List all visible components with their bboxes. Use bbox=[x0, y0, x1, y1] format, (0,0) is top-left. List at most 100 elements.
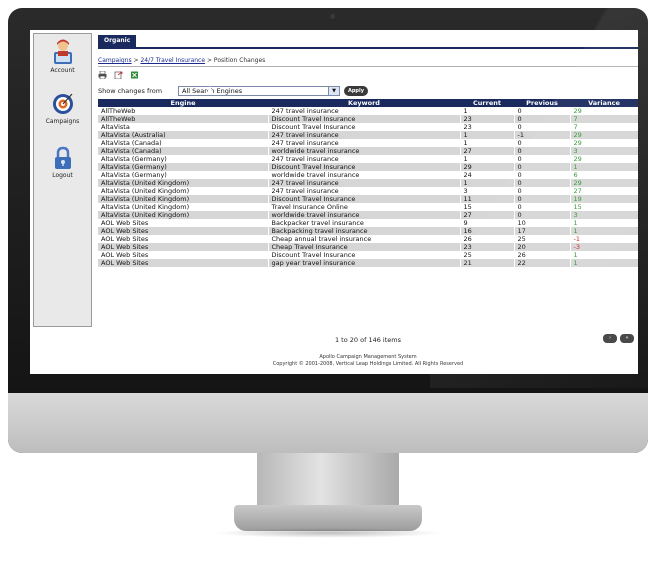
cell-variance: 7 bbox=[570, 115, 638, 123]
footer: Apollo Campaign Management System Copyri… bbox=[98, 354, 638, 368]
table-row[interactable]: AllTheWeb Discount Travel Insurance 23 0 7 bbox=[98, 115, 638, 123]
table-row[interactable]: AltaVista (United Kingdom) Travel Insuran… bbox=[98, 203, 638, 211]
table-row[interactable]: AltaVista (United Kingdom) 247 travel ins… bbox=[98, 187, 638, 195]
cell-previous: 0 bbox=[514, 171, 571, 179]
pager-summary: 1 to 20 of 146 items bbox=[334, 336, 401, 344]
cell-previous: 0 bbox=[514, 139, 571, 147]
table-row[interactable]: AltaVista (Germany) worldwide travel insu… bbox=[98, 171, 638, 179]
lock-icon bbox=[54, 146, 71, 169]
cell-current: 9 bbox=[460, 219, 515, 227]
cell-previous: 0 bbox=[514, 179, 571, 187]
cell-previous: 26 bbox=[514, 251, 571, 259]
cell-variance: 29 bbox=[570, 139, 638, 147]
table-row[interactable]: AOL Web Sites gap year travel insurance 21… bbox=[98, 259, 638, 267]
cell-engine: AltaVista (United Kingdom) bbox=[98, 203, 269, 211]
cell-current: 23 bbox=[460, 123, 515, 131]
table-row[interactable]: AOL Web Sites Cheap Travel Insurance 23 20-… bbox=[98, 243, 638, 251]
sidebar-item-campaigns[interactable]: Campaigns bbox=[34, 92, 91, 125]
cell-previous: 0 bbox=[514, 163, 571, 171]
apply-button[interactable]: Apply bbox=[344, 86, 368, 96]
engine-select[interactable]: All Search Engines ▼ bbox=[178, 86, 340, 96]
stand-shadow bbox=[214, 528, 442, 538]
cell-engine: AltaVista (United Kingdom) bbox=[98, 179, 269, 187]
cell-keyword: Discount Travel Insurance bbox=[268, 115, 461, 123]
cell-variance: 29 bbox=[570, 107, 638, 115]
cell-engine: AltaVista (Germany) bbox=[98, 163, 269, 171]
breadcrumb-link-campaigns[interactable]: Campaigns bbox=[98, 57, 132, 64]
export-icon[interactable] bbox=[114, 71, 123, 79]
cell-variance: 29 bbox=[570, 131, 638, 139]
cell-previous: 17 bbox=[514, 227, 571, 235]
table-row[interactable]: AOL Web Sites Discount Travel Insurance 25… bbox=[98, 251, 638, 259]
column-header-current[interactable]: Current bbox=[460, 99, 514, 107]
table-row[interactable]: AOL Web Sites Backpacker travel insurance… bbox=[98, 219, 638, 227]
table-body: AllTheWeb 247 travel insurance 1 0 29 AllTheW… bbox=[98, 107, 638, 267]
breadcrumb-link-campaign[interactable]: 24/7 Travel Insurance bbox=[140, 57, 205, 64]
cell-current: 26 bbox=[460, 235, 515, 243]
cell-variance: -1 bbox=[570, 235, 638, 243]
table-row[interactable]: AOL Web Sites Backpacking travel insuranc… bbox=[98, 227, 638, 235]
table-row[interactable]: AltaVista (Germany) 247 travel insurance 1… bbox=[98, 155, 638, 163]
cell-engine: AltaVista (Germany) bbox=[98, 155, 269, 163]
cell-variance: -3 bbox=[570, 243, 638, 251]
cell-current: 3 bbox=[460, 187, 515, 195]
tab-bar: Organic bbox=[98, 35, 638, 49]
cell-engine: AltaVista (United Kingdom) bbox=[98, 195, 269, 203]
cell-current: 1 bbox=[460, 139, 515, 147]
print-icon[interactable] bbox=[98, 71, 107, 79]
cell-variance: 6 bbox=[570, 171, 638, 179]
cell-previous: 0 bbox=[514, 187, 571, 195]
cell-keyword: Discount Travel Insurance bbox=[268, 123, 461, 131]
cell-variance: 1 bbox=[570, 219, 638, 227]
cell-variance: 7 bbox=[570, 123, 638, 131]
cell-current: 25 bbox=[460, 251, 515, 259]
chevron-down-icon[interactable]: ▼ bbox=[328, 87, 339, 95]
column-header-keyword[interactable]: Keyword bbox=[268, 99, 460, 107]
cell-keyword: 247 travel insurance bbox=[268, 131, 461, 139]
cell-previous: 10 bbox=[514, 219, 571, 227]
cell-keyword: Cheap Travel Insurance bbox=[268, 243, 461, 251]
column-header-engine[interactable]: Engine bbox=[98, 99, 268, 107]
main-panel: Organic Campaigns > 24/7 Travel Insuranc… bbox=[98, 35, 638, 374]
cell-keyword: worldwide travel insurance bbox=[268, 211, 461, 219]
cell-keyword: Discount Travel Insurance bbox=[268, 195, 461, 203]
cell-variance: 29 bbox=[570, 179, 638, 187]
sidebar-item-account[interactable]: Account bbox=[34, 39, 91, 74]
cell-keyword: Backpacking travel insurance bbox=[268, 227, 461, 235]
cell-keyword: 247 travel insurance bbox=[268, 139, 461, 147]
column-header-previous[interactable]: Previous bbox=[514, 99, 570, 107]
cell-previous: 0 bbox=[514, 211, 571, 219]
table-row[interactable]: AltaVista (United Kingdom) 247 travel ins… bbox=[98, 179, 638, 187]
cell-engine: AOL Web Sites bbox=[98, 259, 269, 267]
table-row[interactable]: AltaVista (Germany) Discount Travel Insur… bbox=[98, 163, 638, 171]
camera bbox=[330, 14, 335, 19]
table-row[interactable]: AltaVista Discount Travel Insurance 23 0 7 bbox=[98, 123, 638, 131]
cell-keyword: Travel Insurance Online bbox=[268, 203, 461, 211]
sidebar-item-label: Account bbox=[50, 67, 75, 74]
table-row[interactable]: AltaVista (United Kingdom) worldwide trav… bbox=[98, 211, 638, 219]
table-row[interactable]: AltaVista (United Kingdom) Discount Trave… bbox=[98, 195, 638, 203]
cell-variance: 3 bbox=[570, 211, 638, 219]
cell-engine: AltaVista (Canada) bbox=[98, 139, 269, 147]
table-row[interactable]: AllTheWeb 247 travel insurance 1 0 29 bbox=[98, 107, 638, 115]
sidebar: Account Campaigns Logout bbox=[33, 33, 92, 327]
table-row[interactable]: AOL Web Sites Cheap annual travel insuran… bbox=[98, 235, 638, 243]
cell-current: 21 bbox=[460, 259, 515, 267]
cell-keyword: 247 travel insurance bbox=[268, 179, 461, 187]
breadcrumb-separator: > bbox=[133, 57, 139, 64]
table-row[interactable]: AltaVista (Canada) 247 travel insurance 1 0… bbox=[98, 139, 638, 147]
next-page-button[interactable]: › bbox=[603, 334, 617, 343]
cell-current: 24 bbox=[460, 171, 515, 179]
breadcrumb: Campaigns > 24/7 Travel Insurance > Posi… bbox=[98, 57, 265, 64]
table-row[interactable]: AltaVista (Canada) worldwide travel insur… bbox=[98, 147, 638, 155]
cell-previous: 0 bbox=[514, 115, 571, 123]
sidebar-item-logout[interactable]: Logout bbox=[34, 146, 91, 179]
last-page-button[interactable]: » bbox=[620, 334, 634, 343]
tab-organic[interactable]: Organic bbox=[98, 35, 137, 47]
column-header-variance[interactable]: Variance bbox=[570, 99, 638, 107]
table-row[interactable]: AltaVista (Australia) 247 travel insuranc… bbox=[98, 131, 638, 139]
excel-icon[interactable] bbox=[130, 71, 139, 79]
cell-engine: AOL Web Sites bbox=[98, 219, 269, 227]
cell-engine: AOL Web Sites bbox=[98, 235, 269, 243]
footer-copyright: Copyright © 2001-2008, Vertical Leap Hol… bbox=[272, 361, 464, 367]
